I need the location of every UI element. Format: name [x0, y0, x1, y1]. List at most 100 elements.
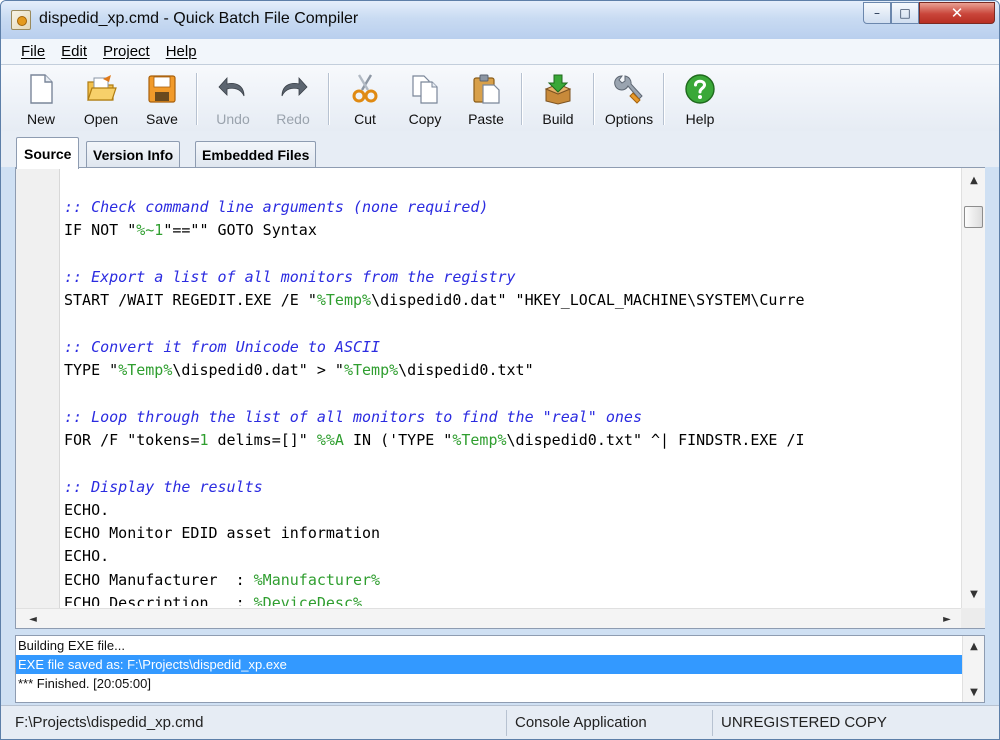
open-folder-icon	[87, 75, 117, 101]
toolbar-separator	[663, 73, 664, 125]
toolbar-separator	[521, 73, 522, 125]
scroll-up-arrow-icon[interactable]: ▲	[963, 170, 985, 190]
status-file-path: F:\Projects\dispedid_xp.cmd	[7, 710, 507, 736]
editor-gutter	[16, 168, 60, 608]
scroll-down-arrow-icon[interactable]: ▼	[963, 584, 985, 604]
open-button[interactable]: Open	[74, 71, 128, 129]
maximize-button[interactable]: □	[891, 2, 919, 24]
code-line[interactable]	[64, 312, 960, 335]
new-document-icon	[30, 74, 53, 104]
status-registration: UNREGISTERED COPY	[721, 714, 887, 731]
variable-token: %DeviceDesc%	[253, 594, 363, 606]
menu-bar: File Edit Project Help	[1, 39, 999, 65]
scrollbar-corner	[961, 608, 985, 628]
code-line[interactable]: :: Loop through the list of all monitors…	[64, 406, 960, 429]
editor-horizontal-scrollbar[interactable]: ◄ ►	[16, 608, 961, 628]
variable-token: %Manufacturer%	[253, 570, 381, 589]
save-button[interactable]: Save	[135, 71, 189, 129]
options-button[interactable]: Options	[602, 71, 656, 129]
variable-token: %Temp%	[118, 361, 173, 380]
variable-token: %Temp%	[316, 291, 372, 310]
cut-button[interactable]: Cut	[338, 71, 392, 129]
status-app-type: Console Application	[507, 710, 713, 736]
undo-button[interactable]: Undo	[206, 71, 260, 129]
menu-project[interactable]: Project	[95, 41, 158, 62]
copy-button[interactable]: Copy	[398, 71, 452, 129]
toolbar-separator	[593, 73, 594, 125]
editor-vertical-scrollbar[interactable]: ▲ ▼	[961, 168, 985, 608]
variable-token: %%A	[316, 430, 344, 449]
code-line[interactable]: :: Convert it from Unicode to ASCII	[64, 336, 960, 359]
variable-token: 1	[199, 430, 209, 449]
new-button[interactable]: New	[14, 71, 68, 129]
new-label: New	[26, 111, 55, 127]
build-button[interactable]: Build	[531, 71, 585, 129]
toolbar-separator	[196, 73, 197, 125]
close-button[interactable]: ✕	[919, 2, 995, 24]
variable-token: %Temp%	[343, 361, 399, 380]
code-area[interactable]: :: Check command line arguments (none re…	[64, 196, 960, 606]
toolbar: New Open Save Undo Redo Cut Copy Paste B…	[1, 65, 999, 131]
code-line[interactable]: ECHO.	[64, 499, 960, 522]
cut-label: Cut	[354, 111, 376, 127]
code-line[interactable]: TYPE "%Temp%\dispedid0.dat" > "%Temp%\di…	[64, 359, 960, 382]
undo-arrow-icon	[218, 76, 245, 97]
code-line[interactable]	[64, 452, 960, 475]
help-button[interactable]: Help	[673, 71, 727, 129]
title-bar[interactable]: dispedid_xp.cmd - Quick Batch File Compi…	[1, 1, 999, 39]
save-label: Save	[146, 111, 178, 127]
paste-button[interactable]: Paste	[459, 71, 513, 129]
code-line[interactable]	[64, 243, 960, 266]
build-box-icon	[544, 74, 572, 105]
tab-strip: Source Version Info Embedded Files	[1, 131, 999, 169]
tab-source[interactable]: Source	[16, 137, 80, 169]
undo-label: Undo	[216, 111, 250, 127]
help-label: Help	[685, 111, 715, 127]
help-question-icon	[685, 74, 715, 104]
output-scroll-up-arrow-icon[interactable]: ▲	[963, 636, 985, 656]
redo-arrow-icon	[281, 76, 308, 97]
scissors-icon	[352, 74, 378, 103]
scroll-right-arrow-icon[interactable]: ►	[936, 609, 958, 629]
menu-edit[interactable]: Edit	[53, 41, 95, 62]
paste-label: Paste	[468, 111, 504, 127]
tab-embedded-files[interactable]: Embedded Files	[195, 141, 317, 167]
save-disk-icon	[148, 75, 176, 103]
build-label: Build	[542, 111, 574, 127]
window-title: dispedid_xp.cmd - Quick Batch File Compi…	[39, 10, 359, 27]
menu-file[interactable]: File	[13, 41, 53, 62]
code-line[interactable]: :: Export a list of all monitors from th…	[64, 266, 960, 289]
output-line[interactable]: *** Finished. [20:05:00]	[16, 674, 984, 693]
redo-button[interactable]: Redo	[266, 71, 320, 129]
code-line[interactable]: ECHO Manufacturer : %Manufacturer%	[64, 569, 960, 592]
code-line[interactable]: :: Display the results	[64, 476, 960, 499]
clipboard-icon	[473, 74, 500, 104]
scroll-left-arrow-icon[interactable]: ◄	[22, 609, 44, 629]
code-line[interactable]: ECHO Monitor EDID asset information	[64, 522, 960, 545]
output-line-selected[interactable]: EXE file saved as: F:\Projects\dispedid_…	[16, 655, 964, 674]
code-line[interactable]	[64, 382, 960, 405]
build-output-pane[interactable]: Building EXE file... EXE file saved as: …	[15, 635, 985, 703]
output-vertical-scrollbar[interactable]: ▲ ▼	[962, 636, 984, 702]
open-label: Open	[83, 111, 119, 127]
wrench-icon	[614, 75, 643, 104]
app-window: dispedid_xp.cmd - Quick Batch File Compi…	[0, 0, 1000, 740]
code-line[interactable]: ECHO Description : %DeviceDesc%	[64, 592, 960, 606]
minimize-button[interactable]: –	[863, 2, 891, 24]
copy-documents-icon	[412, 75, 438, 104]
code-line[interactable]: IF NOT "%~1"=="" GOTO Syntax	[64, 219, 960, 242]
menu-help[interactable]: Help	[158, 41, 205, 62]
code-line[interactable]: START /WAIT REGEDIT.EXE /E "%Temp%\dispe…	[64, 289, 960, 312]
copy-label: Copy	[408, 111, 442, 127]
status-bar: F:\Projects\dispedid_xp.cmd Console Appl…	[1, 705, 999, 739]
code-line[interactable]: :: Check command line arguments (none re…	[64, 196, 960, 219]
code-line[interactable]: ECHO.	[64, 545, 960, 568]
code-line[interactable]: FOR /F "tokens=1 delims=[]" %%A IN ('TYP…	[64, 429, 960, 452]
source-editor[interactable]: :: Check command line arguments (none re…	[15, 167, 985, 629]
editor-scroll-thumb[interactable]	[964, 206, 983, 228]
output-line[interactable]: Building EXE file...	[16, 636, 984, 655]
batch-file-icon[interactable]	[11, 10, 31, 30]
output-scroll-down-arrow-icon[interactable]: ▼	[963, 682, 985, 702]
options-label: Options	[604, 111, 654, 127]
tab-version-info[interactable]: Version Info	[86, 141, 181, 167]
